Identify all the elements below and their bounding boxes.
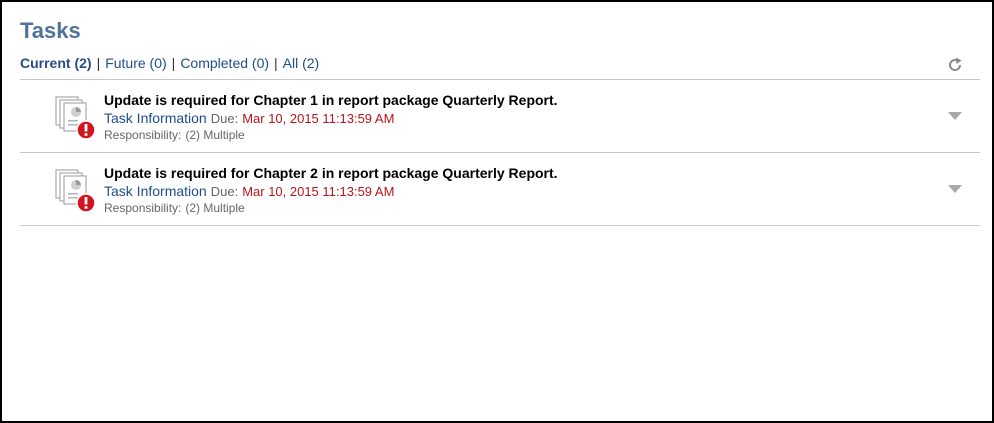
- filter-separator: |: [96, 55, 101, 71]
- filter-bar: Current (2) | Future (0) | Completed (0) | All…: [20, 55, 319, 71]
- alert-icon: [76, 120, 96, 140]
- responsibility-value: (2) Multiple: [185, 128, 245, 142]
- responsibility-value: (2) Multiple: [185, 201, 245, 215]
- alert-icon: [76, 193, 96, 213]
- task-item[interactable]: Update is required for Chapter 2 in repo…: [20, 153, 980, 225]
- chevron-down-icon[interactable]: [948, 111, 962, 121]
- chevron-down-icon[interactable]: [948, 184, 962, 194]
- due-label: Due:: [210, 111, 239, 126]
- task-information-link[interactable]: Task Information: [104, 183, 207, 199]
- task-information-link[interactable]: Task Information: [104, 110, 207, 126]
- tasks-panel: Tasks Current (2) | Future (0) | Completed (…: [0, 0, 994, 423]
- divider: [20, 225, 980, 226]
- filter-current[interactable]: Current (2): [20, 55, 92, 71]
- task-item[interactable]: Update is required for Chapter 1 in repo…: [20, 80, 980, 152]
- task-responsibility: Responsibility: (2) Multiple: [104, 128, 245, 142]
- panel-title: Tasks: [20, 18, 81, 43]
- task-heading: Update is required for Chapter 2 in repo…: [104, 165, 558, 181]
- document-stack-icon: [55, 169, 96, 213]
- filter-separator: |: [274, 55, 278, 71]
- filter-separator: |: [171, 55, 176, 71]
- due-value: Mar 10, 2015 11:13:59 AM: [242, 111, 395, 126]
- due-label: Due:: [210, 184, 239, 199]
- responsibility-label: Responsibility:: [104, 201, 182, 215]
- task-responsibility: Responsibility: (2) Multiple: [104, 201, 245, 215]
- refresh-icon[interactable]: [946, 56, 964, 74]
- filter-completed[interactable]: Completed (0): [180, 55, 269, 71]
- task-details: Task Information Due: Mar 10, 2015 11:13:5…: [104, 110, 394, 126]
- filter-future[interactable]: Future (0): [105, 55, 166, 71]
- filter-all[interactable]: All (2): [283, 55, 320, 71]
- due-value: Mar 10, 2015 11:13:59 AM: [242, 184, 395, 199]
- task-details: Task Information Due: Mar 10, 2015 11:13:5…: [104, 183, 394, 199]
- document-stack-icon: [55, 96, 96, 140]
- responsibility-label: Responsibility:: [104, 128, 182, 142]
- task-heading: Update is required for Chapter 1 in repo…: [104, 92, 558, 108]
